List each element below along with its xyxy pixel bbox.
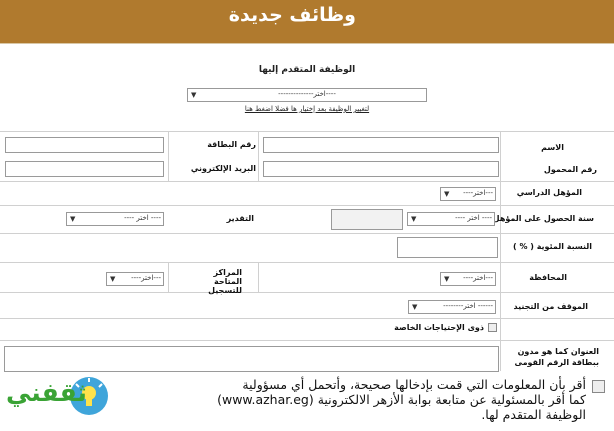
governorate-select[interactable]: ---اختر---- ▼ xyxy=(440,272,496,286)
divider xyxy=(0,318,614,319)
divider xyxy=(258,131,259,181)
grade-label: التقدير xyxy=(226,214,254,223)
grade-select[interactable]: ---- اختر ---- ▼ xyxy=(66,212,164,226)
qualification-select-value: ---اختر---- xyxy=(463,189,493,197)
year-text-field[interactable] xyxy=(331,209,403,230)
divider xyxy=(258,262,259,292)
centers-label: المراكز المتاحة للتسجيل xyxy=(208,268,242,295)
percent-input[interactable] xyxy=(397,237,498,258)
governorate-select-value: ---اختر---- xyxy=(463,274,493,282)
divider xyxy=(0,205,614,206)
email-input[interactable] xyxy=(5,161,164,177)
chevron-down-icon: ▼ xyxy=(444,190,450,198)
page-title: وظائف جديدة xyxy=(228,4,356,26)
name-label: الاسم xyxy=(541,143,564,152)
military-select-value: ------ اختر-------- xyxy=(443,302,493,310)
divider xyxy=(0,292,614,293)
site-logo: ثقفني xyxy=(6,372,110,420)
chevron-down-icon: ▼ xyxy=(191,91,197,99)
military-select[interactable]: ------ اختر-------- ▼ xyxy=(408,300,496,314)
divider xyxy=(168,131,169,181)
address-input[interactable] xyxy=(4,346,499,372)
logo-text: ثقفني xyxy=(6,378,87,407)
divider xyxy=(0,181,614,182)
card-label: رقم البطاقة xyxy=(207,140,256,149)
year-select-value: ---- اختر ---- xyxy=(455,214,492,222)
declaration-line-1: أقر بأن المعلومات التي قمت بإدخالها صحيح… xyxy=(242,377,586,392)
divider xyxy=(168,262,169,292)
job-select[interactable]: ----اختر-------------- ▼ xyxy=(187,88,427,102)
declaration-line-3: الوظيفة المتقدم لها. xyxy=(481,407,586,422)
chevron-down-icon: ▼ xyxy=(444,275,450,283)
chevron-down-icon: ▼ xyxy=(411,215,417,223)
card-input[interactable] xyxy=(5,137,164,153)
chevron-down-icon: ▼ xyxy=(110,275,116,283)
declaration-checkbox[interactable] xyxy=(592,380,605,393)
centers-select-value: ---اختر---- xyxy=(131,274,161,282)
mobile-input[interactable] xyxy=(263,161,499,177)
change-job-link[interactable]: لتغيير الوظيفة بعد إختيار ها فضلا اضغط ه… xyxy=(0,105,614,113)
special-needs-label: ذوى الإحتياجات الخاصة xyxy=(394,323,484,332)
mobile-label: رقم المحمول xyxy=(543,165,597,174)
divider xyxy=(0,131,614,132)
chevron-down-icon: ▼ xyxy=(70,215,76,223)
governorate-label: المحافظة xyxy=(529,273,567,282)
job-section-title: الوظيفة المتقدم إليها xyxy=(258,65,356,75)
chevron-down-icon: ▼ xyxy=(412,303,418,311)
declaration-line-2: كما أقر بالمسئولية عن متابعة بوابة الأزه… xyxy=(217,392,586,407)
name-input[interactable] xyxy=(263,137,499,153)
military-label: الموقف من التجنيد xyxy=(513,302,588,311)
divider xyxy=(500,131,501,371)
job-select-value: ----اختر-------------- xyxy=(278,90,336,98)
address-label: العنوان كما هو مدون ببطاقة الرقم القومى xyxy=(514,347,599,367)
email-label: البريد الإلكتروني xyxy=(190,164,256,173)
year-label: سنة الحصول على المؤهل xyxy=(492,214,594,223)
divider xyxy=(0,233,614,234)
divider xyxy=(0,340,614,341)
grade-select-value: ---- اختر ---- xyxy=(124,214,161,222)
year-select[interactable]: ---- اختر ---- ▼ xyxy=(407,212,495,226)
qualification-select[interactable]: ---اختر---- ▼ xyxy=(440,187,496,201)
centers-select[interactable]: ---اختر---- ▼ xyxy=(106,272,164,286)
special-needs-checkbox[interactable] xyxy=(488,323,497,332)
qualification-label: المؤهل الدراسي xyxy=(516,188,582,197)
page-header: وظائف جديدة xyxy=(0,0,614,43)
percent-label: النسبة المئوية ( % ) xyxy=(513,242,592,251)
divider xyxy=(0,262,614,263)
